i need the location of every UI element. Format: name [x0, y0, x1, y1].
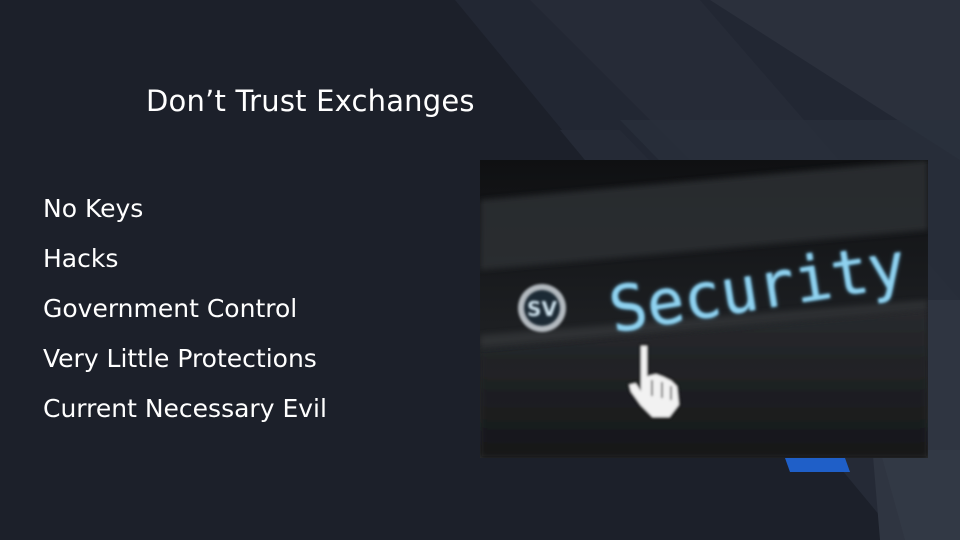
bullet-list: No Keys Hacks Government Control Very Li… — [43, 184, 327, 434]
bullet-item: Current Necessary Evil — [43, 394, 327, 423]
bullet-item: Government Control — [43, 294, 298, 323]
shield-badge-icon: SV — [518, 284, 566, 332]
bullet-item: Hacks — [43, 244, 119, 273]
bullet-item: No Keys — [43, 194, 144, 223]
slide: Don’t Trust Exchanges No Keys Hacks Gove… — [0, 0, 960, 540]
badge-text: SV — [527, 297, 557, 321]
slide-title: Don’t Trust Exchanges — [146, 84, 475, 118]
bullet-item: Very Little Protections — [43, 344, 317, 373]
security-photo: SV Security Security — [480, 160, 928, 458]
